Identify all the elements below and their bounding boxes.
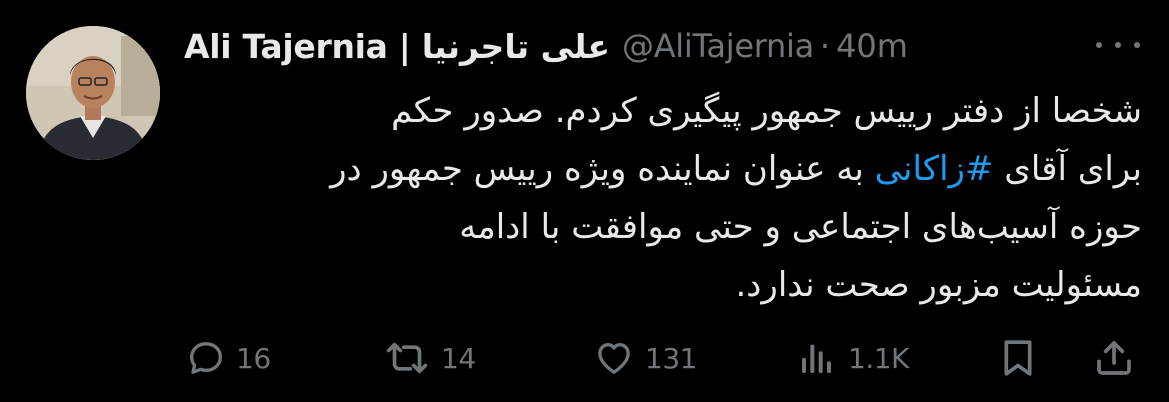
timestamp[interactable]: 40m xyxy=(836,27,908,65)
bookmark-icon xyxy=(998,338,1038,378)
tweet[interactable]: Ali Tajernia | علی تاجرنیا @AliTajernia … xyxy=(0,0,1169,402)
tweet-text-line: حوزه آسیب‌های اجتماعی و حتی موافقت با اد… xyxy=(459,207,1142,247)
reply-icon xyxy=(186,338,226,378)
tweet-text-line: مسئولیت مزبور صحت ندارد. xyxy=(735,265,1142,305)
tweet-text-line: شخصا از دفتر رییس جمهور پیگیری کردم. صدو… xyxy=(391,91,1142,131)
heart-icon xyxy=(593,338,635,378)
author-handle[interactable]: @AliTajernia xyxy=(622,27,814,65)
more-horizontal-icon xyxy=(1096,42,1102,48)
views-icon xyxy=(796,338,838,378)
like-button[interactable]: 131 xyxy=(593,330,697,386)
views-count: 1.1K xyxy=(848,341,909,375)
retweet-icon xyxy=(383,338,431,378)
tweet-text-fragment: به عنوان نماینده ویژه رییس جمهور در xyxy=(330,149,875,189)
tweet-header: Ali Tajernia | علی تاجرنیا @AliTajernia … xyxy=(184,22,1144,70)
more-options-button[interactable] xyxy=(1096,30,1140,60)
bookmark-button[interactable] xyxy=(998,330,1038,386)
share-button[interactable] xyxy=(1094,330,1134,386)
avatar[interactable] xyxy=(26,26,160,160)
like-count: 131 xyxy=(645,341,697,375)
views-button[interactable]: 1.1K xyxy=(796,330,909,386)
tweet-text-line: برای آقای #زاکانی به عنوان نماینده ویژه … xyxy=(184,140,1142,198)
hashtag-link[interactable]: #زاکانی xyxy=(875,149,994,189)
reply-count: 16 xyxy=(236,341,271,375)
reply-button[interactable]: 16 xyxy=(186,330,271,386)
retweet-count: 14 xyxy=(441,341,476,375)
separator-dot: · xyxy=(819,27,831,65)
share-icon xyxy=(1094,338,1134,378)
tweet-text: شخصا از دفتر رییس جمهور پیگیری کردم. صدو… xyxy=(184,82,1142,314)
tweet-actions: 16 14 131 1.1K xyxy=(0,330,1169,386)
retweet-button[interactable]: 14 xyxy=(383,330,476,386)
tweet-text-fragment: برای آقای xyxy=(993,149,1142,189)
author-display-name[interactable]: Ali Tajernia | علی تاجرنیا xyxy=(184,27,610,66)
